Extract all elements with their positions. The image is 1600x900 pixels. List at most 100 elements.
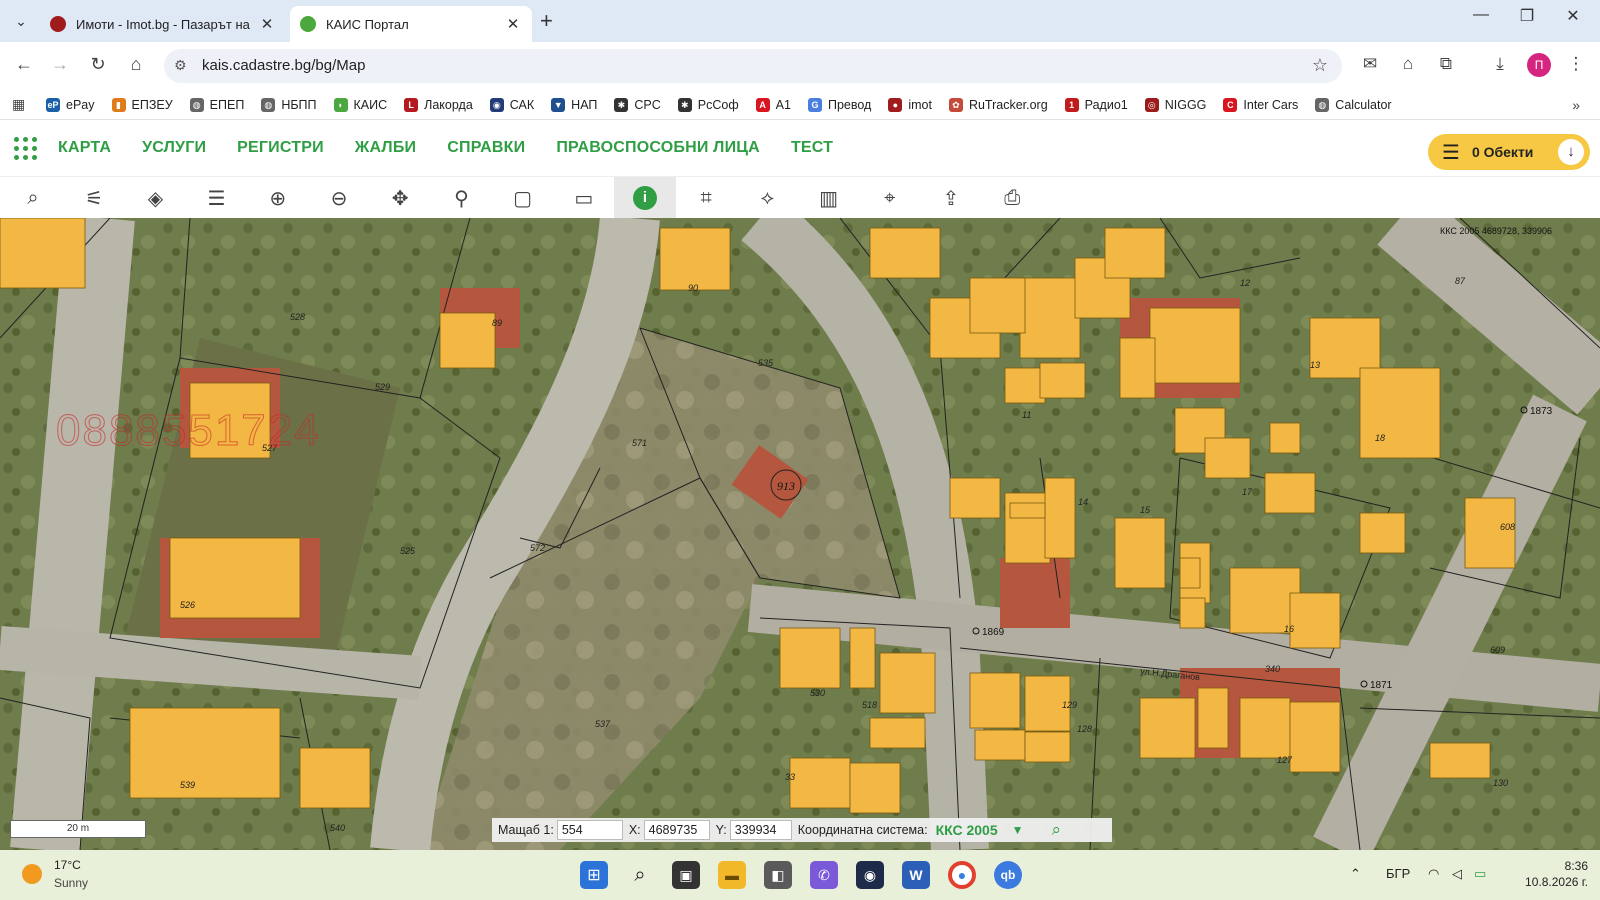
building-footprint[interactable] (1139, 697, 1196, 759)
qbittorrent-icon[interactable]: qb (994, 861, 1022, 889)
more-bookmarks-icon[interactable]: » (1572, 97, 1580, 113)
objects-button[interactable]: ☰ 0 Обекти ↓ (1428, 134, 1590, 170)
bookmark-0[interactable]: eP ePay (46, 97, 95, 112)
building-footprint[interactable] (659, 227, 731, 291)
zoom-in-icon[interactable]: ⊕ (247, 177, 309, 219)
building-footprint[interactable] (299, 747, 371, 809)
building-footprint[interactable] (1009, 502, 1046, 519)
kebab-menu-icon[interactable]: ⋮ (1564, 54, 1588, 74)
home-icon[interactable]: ⌂ (124, 54, 148, 75)
map-icon[interactable]: ▥ (798, 177, 860, 219)
building-footprint[interactable] (1179, 557, 1201, 589)
building-footprint[interactable] (849, 627, 876, 689)
bookmark-13[interactable]: ✿ RuTracker.org (948, 97, 1048, 112)
building-footprint[interactable] (1114, 517, 1166, 589)
bookmark-5[interactable]: L Лакорда (404, 97, 473, 112)
battery-icon[interactable]: ▭ (1474, 866, 1486, 882)
bookmark-15[interactable]: ◎ NIGGG (1144, 97, 1206, 112)
building-footprint[interactable] (1359, 512, 1406, 554)
select-remove-icon[interactable]: ▭ (553, 177, 615, 219)
building-footprint[interactable] (1039, 362, 1086, 399)
layers-single-icon[interactable]: ◈ (124, 177, 186, 219)
language-indicator[interactable]: БГР (1386, 866, 1410, 881)
camera-icon[interactable]: ◉ (856, 861, 884, 889)
bookmark-2[interactable]: ◍ ЕПЕП (189, 97, 244, 112)
building-footprint[interactable] (1004, 367, 1046, 404)
info-icon[interactable]: i (614, 177, 676, 219)
clock[interactable]: 8:36 10.8.2026 г. (1508, 858, 1588, 890)
bookmark-16[interactable]: C Inter Cars (1223, 97, 1298, 112)
search-coordinates-icon[interactable]: ⌕ (1052, 820, 1062, 840)
building-footprint[interactable] (1204, 437, 1251, 479)
building-footprint[interactable] (1289, 701, 1341, 773)
building-footprint[interactable] (1119, 337, 1156, 399)
building-footprint[interactable] (1264, 472, 1316, 514)
volume-icon[interactable]: ◁ (1452, 866, 1462, 882)
bookmark-17[interactable]: ◍ Calculator (1315, 97, 1392, 112)
chrome-icon[interactable]: ● (948, 861, 976, 889)
building-footprint[interactable] (1429, 742, 1491, 779)
building-footprint[interactable] (869, 717, 926, 749)
pan-icon[interactable]: ✥ (369, 177, 431, 219)
menu-zhalbi[interactable]: ЖАЛБИ (355, 139, 416, 157)
building-footprint[interactable] (0, 218, 86, 289)
home-extension-icon[interactable]: ⌂ (1396, 54, 1420, 74)
tab-search-chevron-icon[interactable]: ⌄ (8, 8, 34, 34)
search-tool-icon[interactable]: ⌕ (2, 177, 64, 219)
close-window-icon[interactable]: ✕ (1550, 6, 1596, 26)
bookmark-10[interactable]: A A1 (755, 97, 791, 112)
layers-stack-icon[interactable]: ☰ (186, 177, 248, 219)
bookmark-14[interactable]: 1 Радио1 (1064, 97, 1128, 112)
building-footprint[interactable] (849, 762, 901, 814)
cadastral-map[interactable]: 913 528 529 89 527 525 526 535 571 572 537 539 540 5… (0, 218, 1600, 850)
building-footprint[interactable] (779, 627, 841, 689)
crs-dropdown-icon[interactable]: ▼ (1012, 823, 1024, 837)
menu-test[interactable]: ТЕСТ (791, 139, 833, 157)
weather-temp[interactable]: 17°C (54, 858, 81, 872)
bookmark-8[interactable]: ✱ CPC (614, 97, 661, 112)
building-footprint[interactable] (974, 729, 1026, 761)
building-footprint[interactable] (949, 477, 1001, 519)
building-footprint[interactable] (1044, 477, 1076, 559)
building-footprint[interactable] (1179, 597, 1206, 629)
menu-pravosposobni-lica[interactable]: ПРАВОСПОСОБНИ ЛИЦА (556, 139, 760, 157)
select-add-icon[interactable]: ▢ (492, 177, 554, 219)
menu-registri[interactable]: РЕГИСТРИ (237, 139, 324, 157)
bookmark-star-icon[interactable]: ☆ (1312, 55, 1328, 76)
map-canvas[interactable]: 913 528529895275255265355715725375395405… (0, 218, 1600, 850)
bookmark-6[interactable]: ◉ САК (489, 97, 534, 112)
profile-avatar[interactable]: П (1527, 53, 1551, 77)
location-pin-icon[interactable]: ⚲ (430, 177, 492, 219)
building-footprint[interactable] (1024, 731, 1071, 763)
reload-icon[interactable]: ↻ (86, 54, 110, 75)
tab-close-icon[interactable]: ✕ (504, 15, 522, 33)
menu-uslugi[interactable]: УСЛУГИ (142, 139, 206, 157)
restore-icon[interactable]: ❐ (1504, 6, 1550, 26)
tab-kais[interactable]: КАИС Портал ✕ (290, 6, 532, 42)
bookmark-1[interactable]: ▮ ЕПЗЕУ (111, 97, 173, 112)
building-footprint[interactable] (789, 757, 851, 809)
building-footprint[interactable] (1359, 367, 1441, 459)
building-footprint[interactable] (439, 312, 496, 369)
zoom-out-icon[interactable]: ⊖ (308, 177, 370, 219)
print-icon[interactable]: ⎙ (981, 177, 1043, 219)
task-view-icon[interactable]: ▣ (672, 861, 700, 889)
search-taskbar-icon[interactable]: ⌕ (626, 861, 654, 889)
building-footprint[interactable] (1019, 277, 1081, 359)
bookmark-4[interactable]: ◗ КАИС (333, 97, 387, 112)
apps-grid-icon[interactable]: ▦ (12, 96, 32, 113)
new-tab-plus-icon[interactable]: + (540, 8, 553, 34)
word-icon[interactable]: W (902, 861, 930, 889)
building-footprint[interactable] (1269, 422, 1301, 454)
polygon-icon[interactable]: ⟡ (736, 177, 798, 219)
tray-chevron-icon[interactable]: ⌃ (1350, 866, 1361, 882)
export-icon[interactable]: ⇪ (920, 177, 982, 219)
bookmark-7[interactable]: ▼ НАП (551, 97, 597, 112)
bookmark-3[interactable]: ◍ НБПП (261, 97, 317, 112)
site-info-icon[interactable]: ⚙ (174, 57, 187, 74)
building-footprint[interactable] (969, 277, 1026, 334)
url-text[interactable]: kais.cadastre.bg/bg/Map (202, 57, 365, 74)
measure-icon[interactable]: ⌗ (675, 177, 737, 219)
crs-select[interactable]: ККС 2005 (936, 822, 998, 838)
wifi-icon[interactable]: ◠ (1428, 866, 1439, 882)
